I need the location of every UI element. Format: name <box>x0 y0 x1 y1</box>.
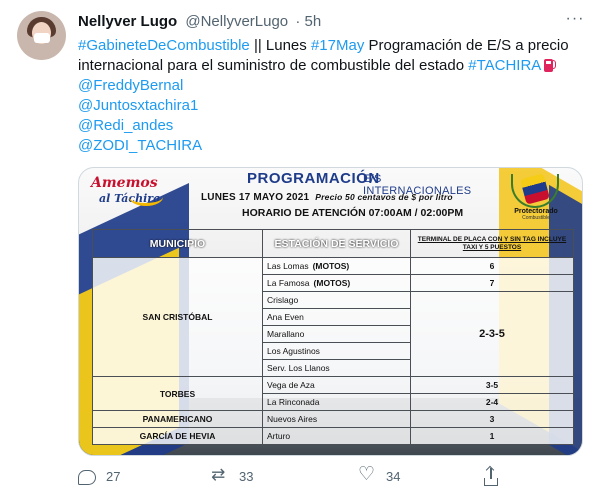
terminal-cell: 2-3-5 <box>410 291 574 377</box>
station-cell: Ana Even <box>262 308 411 326</box>
amemos-tachira-logo: Amemos al Táchira <box>85 172 171 214</box>
like-icon <box>358 463 376 485</box>
station-cell: Serv. Los Llanos <box>262 359 411 377</box>
image-date: LUNES 17 MAYO 2021 <box>201 192 310 203</box>
tweet-time[interactable]: · 5h <box>295 13 321 30</box>
tweet-actions: 27 33 34 <box>78 463 583 486</box>
header-municipio: MUNICIPIO <box>92 229 263 258</box>
station-cell: Nuevos Aires <box>262 410 411 428</box>
logo-arc <box>129 188 163 206</box>
municipio-cell: PANAMERICANO <box>92 410 263 428</box>
station-cell: Marallano <box>262 325 411 343</box>
hashtag-tachira[interactable]: #TACHIRA <box>468 57 541 74</box>
hashtag-17may[interactable]: #17May <box>311 37 364 54</box>
share-button[interactable] <box>482 466 498 486</box>
image-date-line: LUNES 17 MAYO 2021 Precio 50 centavos de … <box>201 192 453 206</box>
reply-icon <box>78 469 96 485</box>
like-count: 34 <box>386 468 401 484</box>
header-estacion: ESTACIÓN DE SERVICIO <box>262 229 411 258</box>
hashtag-gabinete[interactable]: #GabineteDeCombustible <box>78 37 250 54</box>
share-icon <box>484 468 498 486</box>
retweet-button[interactable]: 33 <box>211 465 254 486</box>
station-cell: La Rinconada <box>262 393 411 411</box>
municipio-cell: TORBES <box>92 376 263 411</box>
schedule-table: MUNICIPIO ESTACIÓN DE SERVICIO TERMINAL … <box>92 229 574 445</box>
station-cell: Crislago <box>262 291 411 309</box>
table-row: PANAMERICANO Nuevos Aires 3 <box>92 410 574 428</box>
mention-zodi-tachira[interactable]: @ZODI_TACHIRA <box>78 136 583 156</box>
table-row: GARCÍA DE HEVIA Arturo 1 <box>92 427 574 445</box>
station-cell: Arturo <box>262 427 411 445</box>
image-title: PROGRAMACIÓN E/S INTERNACIONALES <box>239 170 471 197</box>
logo-right-line2: Combustible <box>522 215 550 221</box>
avatar[interactable] <box>17 11 66 60</box>
mention-juntosxtachira1[interactable]: @Juntosxtachira1 <box>78 96 583 116</box>
reply-button[interactable]: 27 <box>78 466 120 486</box>
table-row: TORBES Vega de Aza 3-5 <box>92 376 574 411</box>
terminal-cell: 1 <box>410 427 574 445</box>
mention-redi-andes[interactable]: @Redi_andes <box>78 116 583 136</box>
table-header-row: MUNICIPIO ESTACIÓN DE SERVICIO TERMINAL … <box>92 229 574 258</box>
reply-count: 27 <box>106 468 121 484</box>
mention-freddybernal[interactable]: @FreddyBernal <box>78 76 583 96</box>
more-horizontal-icon[interactable]: ··· <box>565 11 585 32</box>
municipio-cell: SAN CRISTÓBAL <box>92 257 263 377</box>
tweet-text-line-2: internacional para el suministro de comb… <box>78 56 583 76</box>
tweet-image[interactable]: Amemos al Táchira PROGRAMACIÓN E/S INTER… <box>78 167 583 456</box>
retweet-icon <box>211 465 229 485</box>
retweet-count: 33 <box>239 468 254 484</box>
author-handle[interactable]: @NellyverLugo <box>185 13 288 30</box>
table-row: SAN CRISTÓBAL Las Lomas (MOTOS) 6 <box>92 257 574 377</box>
price-note: Precio 50 centavos de $ por litro <box>315 192 453 202</box>
terminal-cell: 2-4 <box>410 393 574 411</box>
municipio-cell: GARCÍA DE HEVIA <box>92 427 263 445</box>
tweet[interactable]: Nellyver Lugo @NellyverLugo · 5h ··· #Ga… <box>0 0 598 496</box>
image-title-main: PROGRAMACIÓN <box>247 170 380 187</box>
station-cell: Vega de Aza <box>262 376 411 394</box>
tweet-header: Nellyver Lugo @NellyverLugo · 5h <box>78 12 321 32</box>
author-name[interactable]: Nellyver Lugo <box>78 13 177 30</box>
station-cell: La Famosa (MOTOS) <box>262 274 411 292</box>
tweet-text-line-1: #GabineteDeCombustible || Lunes #17May P… <box>78 36 583 56</box>
like-button[interactable]: 34 <box>358 463 401 486</box>
protectorado-logo: Protectorado Combustible <box>501 170 569 222</box>
terminal-cell: 3 <box>410 410 574 428</box>
header-terminal: TERMINAL DE PLACA CON Y SIN TAG INCLUYE … <box>410 229 574 258</box>
terminal-cell: 6 <box>410 257 574 275</box>
station-name: La Famosa <box>267 278 310 288</box>
station-cell: Las Lomas (MOTOS) <box>262 257 411 275</box>
station-note: (MOTOS) <box>312 261 350 271</box>
terminal-cell: 3-5 <box>410 376 574 394</box>
logo-right-line1: Protectorado <box>514 208 558 215</box>
tweet-text-mid: || Lunes <box>249 37 311 54</box>
station-cell: Los Agustinos <box>262 342 411 360</box>
station-note: (MOTOS) <box>313 278 351 288</box>
tweet-text: #GabineteDeCombustible || Lunes #17May P… <box>78 36 583 156</box>
fuel-pump-icon <box>544 57 557 72</box>
terminal-cell: 7 <box>410 274 574 292</box>
avatar-mask <box>34 33 50 43</box>
tweet-text-rest: Programación de E/S a precio <box>364 37 569 54</box>
tweet-text-l2: internacional para el suministro de comb… <box>78 57 469 74</box>
station-name: Las Lomas <box>267 261 309 271</box>
service-hours: HORARIO DE ATENCIÓN 07:00AM / 02:00PM <box>242 207 464 219</box>
